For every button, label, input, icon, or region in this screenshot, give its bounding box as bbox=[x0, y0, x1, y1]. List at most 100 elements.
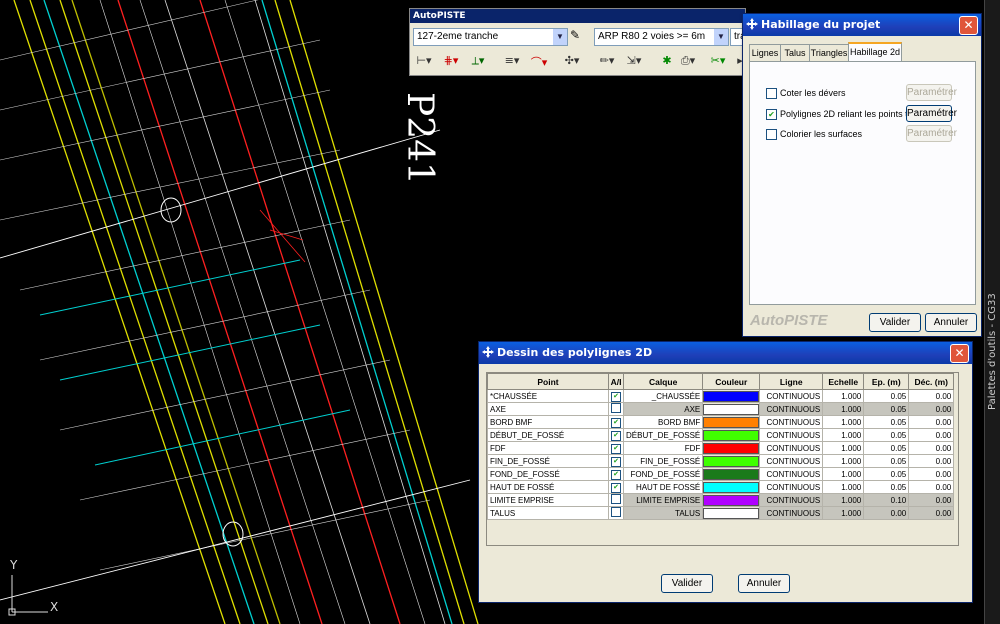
colorier-surfaces-checkbox[interactable] bbox=[766, 129, 777, 141]
active-checkbox[interactable] bbox=[611, 494, 621, 504]
active-cell[interactable]: ✔ bbox=[608, 389, 624, 403]
color-swatch[interactable] bbox=[703, 455, 760, 467]
export-tool-icon[interactable]: ⇲▾ bbox=[622, 54, 646, 70]
close-icon[interactable]: ✕ bbox=[950, 344, 969, 363]
echelle-cell[interactable]: 1.000 bbox=[822, 493, 865, 507]
calque-cell[interactable]: FOND_DE_FOSSÉ bbox=[622, 467, 704, 481]
active-checkbox[interactable]: ✔ bbox=[611, 417, 621, 428]
calque-cell[interactable]: BORD BMF bbox=[622, 415, 704, 429]
table-row[interactable]: DÉBUT_DE_FOSSÉ ✔ DÉBUT_DE_FOSSÉ CONTINUOUS 1… bbox=[487, 428, 955, 442]
calque-cell[interactable]: _CHAUSSÉE bbox=[622, 389, 704, 403]
dec-cell[interactable]: 0.00 bbox=[908, 428, 955, 442]
lines-tool-icon[interactable]: ≡▾ bbox=[500, 54, 524, 70]
cross-section-tool-icon[interactable]: ⋕▾ bbox=[439, 54, 463, 70]
ep-cell[interactable]: 0.05 bbox=[863, 415, 910, 429]
layers-tool-icon[interactable]: ✂▾ bbox=[706, 54, 730, 70]
annuler-button[interactable]: Annuler bbox=[738, 574, 790, 593]
coter-devers-checkbox[interactable] bbox=[766, 88, 777, 100]
table-row[interactable]: AXE AXE CONTINUOUS 1.000 0.05 0.00 bbox=[487, 402, 955, 416]
dec-cell[interactable]: 0.00 bbox=[908, 467, 955, 481]
tranche-select[interactable]: 127-2eme tranche ▼ bbox=[413, 28, 568, 46]
ligne-cell[interactable]: CONTINUOUS bbox=[759, 402, 824, 416]
color-swatch[interactable] bbox=[703, 494, 760, 506]
calque-cell[interactable]: FIN_DE_FOSSÉ bbox=[622, 454, 704, 468]
habillage-titlebar[interactable]: Habillage du projet ✕ bbox=[743, 14, 981, 36]
close-icon[interactable]: ✕ bbox=[959, 16, 978, 35]
point-cell[interactable]: DÉBUT_DE_FOSSÉ bbox=[487, 428, 609, 442]
ligne-cell[interactable]: CONTINUOUS bbox=[759, 480, 824, 494]
ep-cell[interactable]: 0.05 bbox=[863, 389, 910, 403]
ligne-cell[interactable]: CONTINUOUS bbox=[759, 415, 824, 429]
col-ligne[interactable]: Ligne bbox=[759, 373, 824, 390]
axis-tool-icon[interactable]: ✣▾ bbox=[560, 54, 584, 70]
print-tool-icon[interactable]: ⎙▾ bbox=[676, 54, 700, 70]
tab-triangles[interactable]: Triangles bbox=[809, 44, 849, 61]
active-cell[interactable] bbox=[608, 402, 624, 416]
col-dec[interactable]: Déc. (m) bbox=[908, 373, 955, 390]
active-checkbox[interactable]: ✔ bbox=[611, 443, 621, 454]
ep-cell[interactable]: 0.10 bbox=[863, 493, 910, 507]
active-checkbox[interactable]: ✔ bbox=[611, 482, 621, 493]
couleur-cell[interactable] bbox=[702, 441, 761, 455]
ep-cell[interactable]: 0.05 bbox=[863, 441, 910, 455]
couleur-cell[interactable] bbox=[702, 493, 761, 507]
color-swatch[interactable] bbox=[703, 481, 760, 493]
dec-cell[interactable]: 0.00 bbox=[908, 493, 955, 507]
active-cell[interactable] bbox=[608, 506, 624, 520]
col-couleur[interactable]: Couleur bbox=[702, 373, 761, 390]
active-checkbox[interactable]: ✔ bbox=[611, 456, 621, 467]
ep-cell[interactable]: 0.05 bbox=[863, 480, 910, 494]
table-row[interactable]: FIN_DE_FOSSÉ ✔ FIN_DE_FOSSÉ CONTINUOUS 1.000… bbox=[487, 454, 955, 468]
active-cell[interactable]: ✔ bbox=[608, 467, 624, 481]
valider-button[interactable]: Valider bbox=[661, 574, 713, 593]
dessin-titlebar[interactable]: Dessin des polylignes 2D ✕ bbox=[479, 342, 972, 364]
tool-palette-sidebar[interactable]: Palettes d'outils - CG33 bbox=[984, 0, 1000, 624]
ep-cell[interactable]: 0.00 bbox=[863, 506, 910, 520]
active-checkbox[interactable] bbox=[611, 507, 621, 517]
calque-cell[interactable]: AXE bbox=[622, 402, 704, 416]
dec-cell[interactable]: 0.00 bbox=[908, 506, 955, 520]
active-cell[interactable]: ✔ bbox=[608, 454, 624, 468]
point-cell[interactable]: FOND_DE_FOSSÉ bbox=[487, 467, 609, 481]
ligne-cell[interactable]: CONTINUOUS bbox=[759, 467, 824, 481]
active-cell[interactable]: ✔ bbox=[608, 428, 624, 442]
option-colorier-surfaces[interactable]: Colorier les surfaces bbox=[766, 129, 862, 141]
ep-cell[interactable]: 0.05 bbox=[863, 428, 910, 442]
ditch-tool-icon[interactable]: ⌒▾ bbox=[527, 54, 551, 70]
color-swatch[interactable] bbox=[703, 429, 760, 441]
dec-cell[interactable]: 0.00 bbox=[908, 441, 955, 455]
color-swatch[interactable] bbox=[703, 416, 760, 428]
echelle-cell[interactable]: 1.000 bbox=[822, 506, 865, 520]
dec-cell[interactable]: 0.00 bbox=[908, 480, 955, 494]
table-row[interactable]: *CHAUSSÉE ✔ _CHAUSSÉE CONTINUOUS 1.000 0.05 0.… bbox=[487, 389, 955, 403]
couleur-cell[interactable] bbox=[702, 428, 761, 442]
echelle-cell[interactable]: 1.000 bbox=[822, 467, 865, 481]
dec-cell[interactable]: 0.00 bbox=[908, 454, 955, 468]
table-row[interactable]: LIMITE EMPRISE LIMITE EMPRISE CONTINUOUS 1.… bbox=[487, 493, 955, 507]
color-swatch[interactable] bbox=[703, 403, 760, 415]
point-cell[interactable]: *CHAUSSÉE bbox=[487, 389, 609, 403]
couleur-cell[interactable] bbox=[702, 415, 761, 429]
active-cell[interactable]: ✔ bbox=[608, 441, 624, 455]
dec-cell[interactable]: 0.00 bbox=[908, 389, 955, 403]
couleur-cell[interactable] bbox=[702, 467, 761, 481]
profile-wand-icon[interactable]: ✎ bbox=[570, 28, 580, 42]
dec-cell[interactable]: 0.00 bbox=[908, 402, 955, 416]
couleur-cell[interactable] bbox=[702, 506, 761, 520]
col-calque[interactable]: Calque bbox=[622, 373, 704, 390]
echelle-cell[interactable]: 1.000 bbox=[822, 402, 865, 416]
table-row[interactable]: BORD BMF ✔ BORD BMF CONTINUOUS 1.000 0.05 0.00 bbox=[487, 415, 955, 429]
tab-habillage-2d[interactable]: Habillage 2d bbox=[848, 42, 902, 63]
calque-cell[interactable]: DÉBUT_DE_FOSSÉ bbox=[622, 428, 704, 442]
couleur-cell[interactable] bbox=[702, 389, 761, 403]
active-checkbox[interactable]: ✔ bbox=[611, 430, 621, 441]
ligne-cell[interactable]: CONTINUOUS bbox=[759, 441, 824, 455]
point-cell[interactable]: AXE bbox=[487, 402, 609, 416]
valider-button[interactable]: Valider bbox=[869, 313, 921, 332]
couleur-cell[interactable] bbox=[702, 480, 761, 494]
polylignes-2d-checkbox[interactable]: ✔ bbox=[766, 109, 777, 121]
point-cell[interactable]: FIN_DE_FOSSÉ bbox=[487, 454, 609, 468]
calque-cell[interactable]: HAUT DE FOSSÉ bbox=[622, 480, 704, 494]
chevron-down-icon[interactable]: ▼ bbox=[714, 29, 728, 45]
active-cell[interactable] bbox=[608, 493, 624, 507]
